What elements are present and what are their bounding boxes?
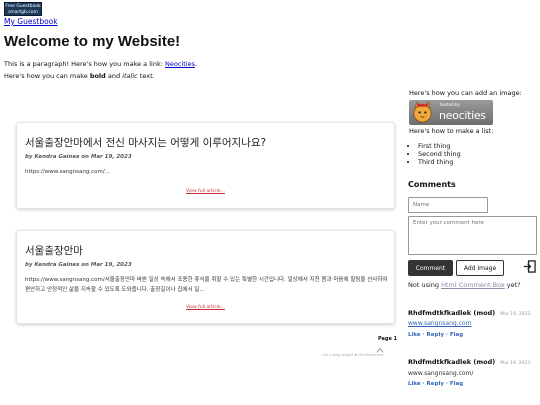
comment-actions[interactable]: Like · Reply · Flag xyxy=(408,332,463,338)
page-indicator: Page 1 xyxy=(378,336,398,342)
blog-widget-credit[interactable]: Get a blog widget ❀ Htmlcomment xyxy=(322,353,383,357)
comment-date: Mar 19, 2023 xyxy=(500,361,531,366)
para1-after: . xyxy=(194,60,198,68)
para2-after: text. xyxy=(137,72,155,80)
my-guestbook-link[interactable]: My Guestbook xyxy=(4,17,58,26)
comment-button[interactable]: Comment xyxy=(408,260,453,276)
html-comment-box-link[interactable]: Html Comment Box xyxy=(441,281,505,289)
italic-word: italic xyxy=(122,72,138,80)
para2-middle: and xyxy=(105,72,123,80)
post-meta: by Kendra Gaines on Mar 19, 2023 xyxy=(25,262,132,268)
post-excerpt: https://www.sangnsang.com/서울출장안마 바쁜 일상 속… xyxy=(25,277,388,293)
comment-text-link[interactable]: www.sangnsang.com xyxy=(408,320,471,327)
comment-author: Rhdfmdtkfkadlek (mod) Mar 19, 2023 xyxy=(408,309,530,317)
list-item: Second thing xyxy=(418,150,461,158)
comment-date: Mar 19, 2023 xyxy=(500,312,531,317)
neocities-wordmark: neocities xyxy=(439,109,486,122)
list-item: First thing xyxy=(418,142,461,150)
not-using-before: Not using xyxy=(408,281,442,289)
comment-textarea[interactable] xyxy=(408,216,537,255)
post-excerpt: https://www.sangnsang.com/... xyxy=(25,169,110,175)
page-title: Welcome to my Website! xyxy=(4,33,181,50)
neocities-cat-icon xyxy=(413,101,432,123)
comment-text: www.sangnsang.com/ xyxy=(408,370,474,377)
add-image-button[interactable]: Add Image xyxy=(456,260,504,276)
hosted-by-text: hosted by xyxy=(440,102,460,107)
para2-before: Here's how you can make xyxy=(4,72,90,80)
comment-author-name: Rhdfmdtkfkadlek (mod) xyxy=(408,309,496,317)
post-meta: by Kendra Gaines on Mar 19, 2023 xyxy=(25,154,132,160)
post-title[interactable]: 서울출장안마 xyxy=(25,243,83,258)
badge-line2: smartgb.com xyxy=(8,10,38,15)
neocities-link[interactable]: Neocities xyxy=(165,60,195,68)
list-instructions: Here's how to make a list: xyxy=(409,127,494,135)
paragraph-format-example: Here's how you can make bold and italic … xyxy=(4,72,155,80)
not-using-after: yet? xyxy=(504,281,521,289)
bold-word: bold xyxy=(89,72,106,80)
hosted-by-neocities-badge[interactable]: hosted by neocities xyxy=(409,100,493,125)
view-full-article-link[interactable]: View full article... xyxy=(17,305,394,310)
paragraph-link-example: This is a paragraph! Here's how you make… xyxy=(4,60,197,68)
view-full-article-link[interactable]: View full article... xyxy=(17,189,394,194)
comment-author: Rhdfmdtkfkadlek (mod) Mar 19, 2023 xyxy=(408,358,530,366)
comment-author-name: Rhdfmdtkfkadlek (mod) xyxy=(408,358,496,366)
comments-heading: Comments xyxy=(408,180,456,189)
comment-actions[interactable]: Like · Reply · Flag xyxy=(408,381,463,387)
name-input[interactable] xyxy=(408,197,488,213)
blog-post-card: 서울출장안마 by Kendra Gaines on Mar 19, 2023 … xyxy=(16,230,395,324)
example-list: First thing Second thing Third thing xyxy=(409,142,461,166)
image-instructions: Here's how you can add an image: xyxy=(409,89,522,97)
para1-before: This is a paragraph! Here's how you make… xyxy=(4,60,165,68)
html-comment-box-promo: Not using Html Comment Box yet? xyxy=(408,281,521,289)
blog-post-card: 서울출장안마에서 전신 마사지는 어떻게 이루어지나요? by Kendra G… xyxy=(16,122,395,209)
login-icon[interactable] xyxy=(523,260,536,273)
post-title[interactable]: 서울출장안마에서 전신 마사지는 어떻게 이루어지나요? xyxy=(25,135,266,150)
free-guestbook-badge[interactable]: Free Guestbook smartgb.com xyxy=(4,2,42,16)
list-item: Third thing xyxy=(418,158,461,166)
